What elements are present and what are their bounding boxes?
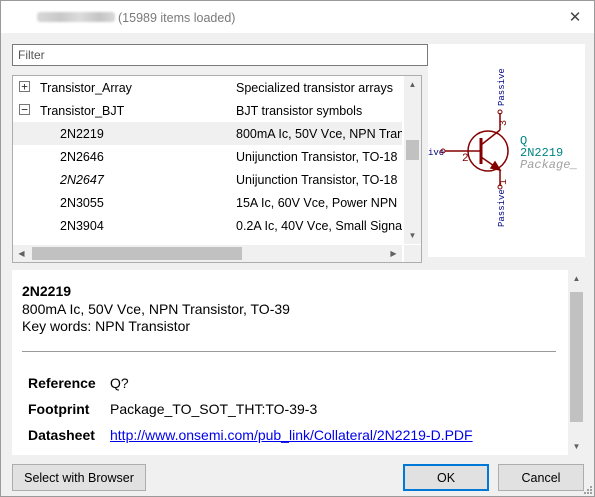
tree-rows: + Transistor_Array Specialized transistor … (13, 76, 402, 244)
footprint-label: Footprint (28, 401, 90, 417)
tree-horizontal-scrollbar[interactable]: ◀ ▶ (13, 245, 402, 262)
transistor-body (440, 109, 509, 190)
tree-symbol-row[interactable]: 2N2646 Unijunction Transistor, TO-18 (13, 145, 402, 168)
symbol-preview: Passive Passive ive 3 1 2 Q 2N2219 Packa… (428, 44, 585, 257)
title-bar: (15989 items loaded) ✕ (1, 1, 594, 33)
tree-vertical-scrollbar[interactable]: ▲ ▼ (404, 76, 421, 244)
resize-grip-icon[interactable] (582, 484, 592, 494)
datasheet-label: Datasheet (28, 427, 95, 443)
tree-symbol-row[interactable]: 2N3055 15A Ic, 60V Vce, Power NPN (13, 191, 402, 214)
details-vertical-scrollbar[interactable]: ▲ ▼ (568, 270, 585, 455)
symbol-chooser-dialog: (15989 items loaded) ✕ + Transistor_Array… (0, 0, 595, 497)
tree-row-name: 2N2647 (60, 173, 104, 187)
collapse-icon[interactable]: − (19, 104, 30, 115)
tree-symbol-row[interactable]: 2N2647 Unijunction Transistor, TO-18 (13, 168, 402, 191)
tree-row-name: 2N2646 (60, 150, 104, 164)
reference-value: Q? (110, 375, 129, 391)
symbol-footprint: Package_ (520, 158, 578, 172)
title-redacted-name (37, 12, 115, 22)
pin-top-type: Passive (497, 68, 507, 106)
footprint-value: Package_TO_SOT_THT:TO-39-3 (110, 401, 318, 417)
ok-button[interactable]: OK (403, 464, 489, 491)
scroll-thumb[interactable] (406, 140, 419, 160)
title-items-loaded: (15989 items loaded) (118, 11, 236, 25)
details-keywords: Key words: NPN Transistor (22, 318, 191, 334)
tree-row-description: Unijunction Transistor, TO-18 (236, 173, 398, 187)
scroll-thumb[interactable] (570, 292, 583, 422)
tree-row-name: 2N3055 (60, 196, 104, 210)
symbol-tree: + Transistor_Array Specialized transistor … (12, 75, 422, 263)
details-symbol-name: 2N2219 (22, 283, 72, 299)
reference-label: Reference (28, 375, 96, 391)
tree-symbol-row[interactable]: 2N3904 0.2A Ic, 40V Vce, Small Signal (13, 214, 402, 237)
tree-row-name: 2N2219 (60, 127, 104, 141)
tree-row-description: 0.2A Ic, 40V Vce, Small Signal (236, 219, 402, 233)
scroll-down-icon[interactable]: ▼ (568, 438, 585, 455)
tree-row-name: Transistor_BJT (40, 104, 125, 118)
datasheet-link[interactable]: http://www.onsemi.com/pub_link/Collatera… (110, 427, 473, 443)
symbol-details-panel: 2N2219 800mA Ic, 50V Vce, NPN Transistor… (12, 270, 585, 455)
cancel-button[interactable]: Cancel (498, 464, 584, 491)
tree-row-name: 2N3904 (60, 219, 104, 233)
npn-transistor-symbol: Passive Passive ive 3 1 2 Q 2N2219 Packa… (428, 68, 578, 227)
tree-group-row[interactable]: − Transistor_BJT BJT transistor symbols (13, 99, 402, 122)
pin-bottom-type: Passive (497, 189, 507, 227)
details-divider (22, 351, 556, 352)
scroll-corner (404, 245, 421, 262)
close-icon[interactable]: ✕ (564, 6, 586, 28)
scroll-left-icon[interactable]: ◀ (13, 245, 30, 262)
tree-row-description: Unijunction Transistor, TO-18 (236, 150, 398, 164)
expand-icon[interactable]: + (19, 81, 30, 92)
tree-row-description: Specialized transistor arrays (236, 81, 394, 95)
scroll-thumb-horizontal[interactable] (32, 247, 242, 260)
select-with-browser-button[interactable]: Select with Browser (12, 464, 146, 491)
details-description: 800mA Ic, 50V Vce, NPN Transistor, TO-39 (22, 301, 290, 317)
tree-row-description: 800mA Ic, 50V Vce, NPN Transistor, TO-39 (236, 127, 402, 141)
tree-row-description: BJT transistor symbols (236, 104, 363, 118)
scroll-up-icon[interactable]: ▲ (404, 76, 421, 93)
tree-row-description: 15A Ic, 60V Vce, Power NPN (236, 196, 398, 210)
scroll-down-icon[interactable]: ▼ (404, 227, 421, 244)
tree-row-name: Transistor_Array (40, 81, 132, 95)
scroll-up-icon[interactable]: ▲ (568, 270, 585, 287)
filter-input[interactable] (12, 44, 428, 66)
tree-symbol-row[interactable]: 2N2219 800mA Ic, 50V Vce, NPN Transistor,… (13, 122, 402, 145)
tree-group-row[interactable]: + Transistor_Array Specialized transistor … (13, 76, 402, 99)
scroll-right-icon[interactable]: ▶ (385, 245, 402, 262)
